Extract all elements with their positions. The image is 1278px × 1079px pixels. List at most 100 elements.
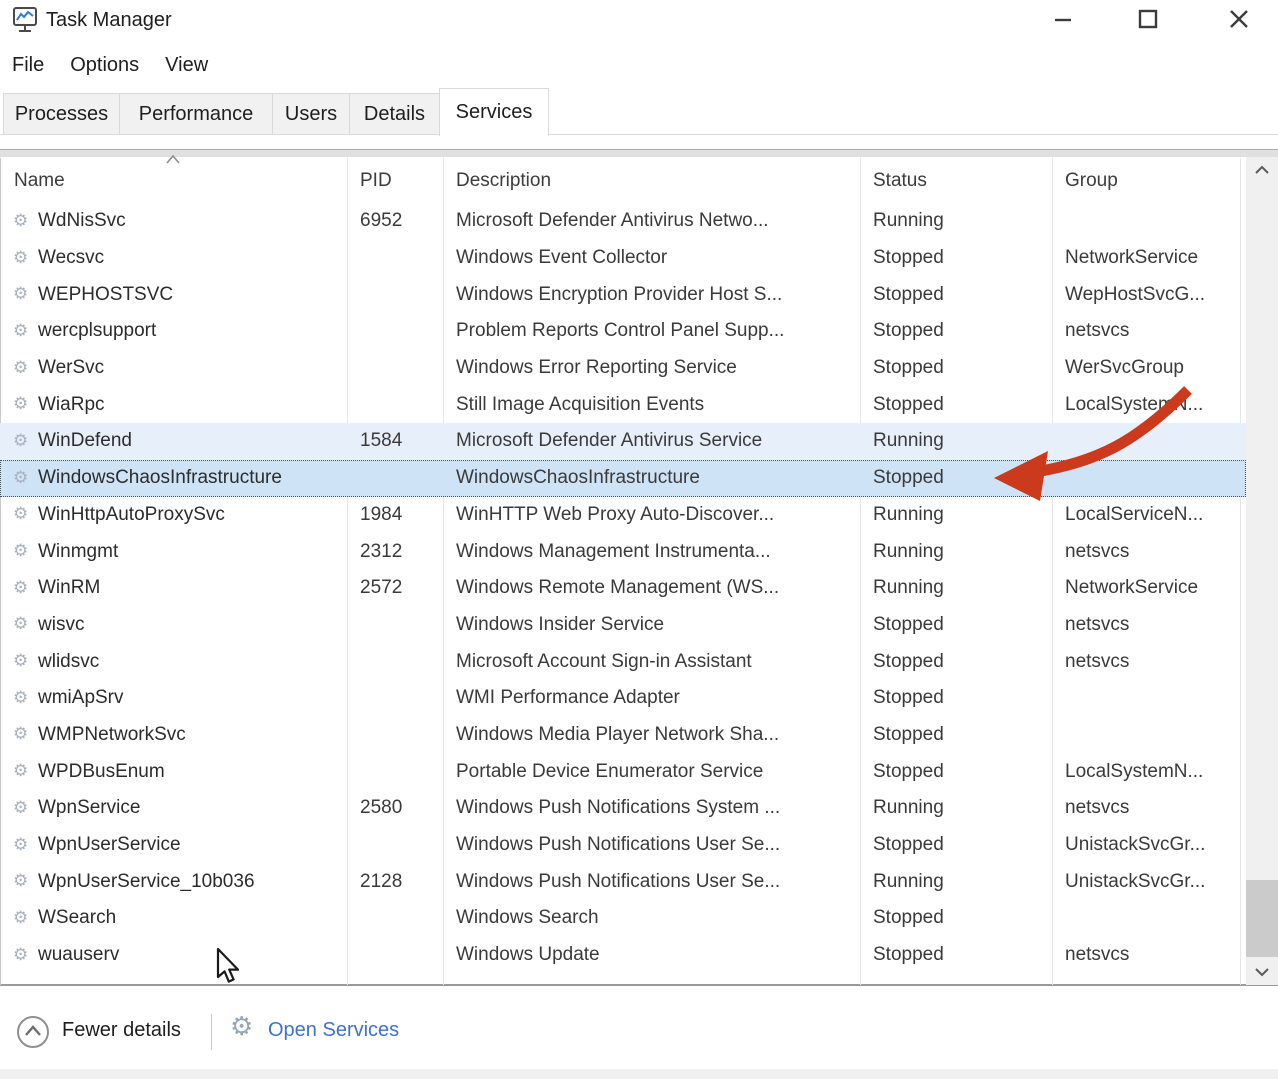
cell-pid: 2312 bbox=[347, 541, 443, 563]
table-row[interactable]: ⚙WecsvcWindows Event CollectorStoppedNet… bbox=[0, 240, 1246, 277]
cell-name: WinRM bbox=[38, 577, 347, 599]
table-row[interactable]: ⚙WPDBusEnumPortable Device Enumerator Se… bbox=[0, 753, 1246, 790]
table-row[interactable]: ⚙WinDefend1584Microsoft Defender Antivir… bbox=[0, 423, 1246, 460]
gear-icon: ⚙ bbox=[0, 396, 38, 413]
tab-performance[interactable]: Performance bbox=[119, 93, 273, 135]
fewer-details-button[interactable] bbox=[16, 1015, 50, 1049]
cell-name: WinDefend bbox=[38, 430, 347, 452]
scroll-up-button[interactable] bbox=[1246, 157, 1278, 183]
menu-file[interactable]: File bbox=[12, 54, 44, 77]
cell-name: Winmgmt bbox=[38, 541, 347, 563]
table-row[interactable]: ⚙WinRM2572Windows Remote Management (WS.… bbox=[0, 570, 1246, 607]
window-title: Task Manager bbox=[46, 9, 172, 32]
table-row[interactable]: ⚙WinHttpAutoProxySvc1984WinHTTP Web Prox… bbox=[0, 497, 1246, 534]
table-row[interactable]: ⚙wuauservWindows UpdateStoppednetsvcs bbox=[0, 937, 1246, 974]
column-header-group[interactable]: Group bbox=[1065, 170, 1118, 192]
gear-icon: ⚙ bbox=[0, 323, 38, 340]
table-row[interactable]: ⚙WpnService2580Windows Push Notification… bbox=[0, 790, 1246, 827]
cell-status: Stopped bbox=[860, 761, 1052, 783]
table-row[interactable]: ⚙WSearchWindows SearchStopped bbox=[0, 900, 1246, 937]
table-row[interactable]: ⚙WEPHOSTSVCWindows Encryption Provider H… bbox=[0, 276, 1246, 313]
cell-description: Microsoft Defender Antivirus Netwo... bbox=[443, 210, 860, 232]
cell-status: Running bbox=[860, 430, 1052, 452]
close-icon bbox=[1226, 6, 1252, 32]
column-header-name[interactable]: Name bbox=[14, 170, 65, 192]
minimize-icon bbox=[1052, 8, 1074, 30]
minimize-button[interactable] bbox=[1034, 0, 1092, 38]
cell-name: wercplsupport bbox=[38, 320, 347, 342]
gear-icon: ⚙ bbox=[0, 250, 38, 267]
scrollbar-thumb[interactable] bbox=[1246, 880, 1278, 957]
cell-group: netsvcs bbox=[1052, 651, 1246, 673]
cell-description: Windows Encryption Provider Host S... bbox=[443, 284, 860, 306]
cell-name: WinHttpAutoProxySvc bbox=[38, 504, 347, 526]
title-bar: Task Manager bbox=[0, 0, 1278, 40]
close-button[interactable] bbox=[1210, 0, 1268, 38]
task-manager-window: Task Manager File Options View Processes… bbox=[0, 0, 1278, 1079]
cell-description: Microsoft Defender Antivirus Service bbox=[443, 430, 860, 452]
cell-pid: 2128 bbox=[347, 871, 443, 893]
cell-description: Windows Update bbox=[443, 944, 860, 966]
cell-name: WMPNetworkSvc bbox=[38, 724, 347, 746]
table-row[interactable]: ⚙wmiApSrvWMI Performance AdapterStopped bbox=[0, 680, 1246, 717]
gear-icon: ⚙ bbox=[0, 910, 38, 927]
table-row[interactable]: ⚙WpnUserServiceWindows Push Notification… bbox=[0, 827, 1246, 864]
cell-status: Stopped bbox=[860, 651, 1052, 673]
menu-view[interactable]: View bbox=[165, 54, 208, 77]
cell-description: Still Image Acquisition Events bbox=[443, 394, 860, 416]
cell-name: wlidsvc bbox=[38, 651, 347, 673]
table-row[interactable]: ⚙WpnUserService_10b0362128Windows Push N… bbox=[0, 863, 1246, 900]
table-row[interactable]: ⚙WindowsChaosInfrastructureWindowsChaosI… bbox=[0, 460, 1246, 497]
column-header-pid[interactable]: PID bbox=[360, 170, 392, 192]
tab-details[interactable]: Details bbox=[349, 93, 440, 135]
column-header-description[interactable]: Description bbox=[456, 170, 551, 192]
cell-pid: 2580 bbox=[347, 797, 443, 819]
tab-users[interactable]: Users bbox=[272, 93, 350, 135]
cell-name: WEPHOSTSVC bbox=[38, 284, 347, 306]
gear-icon: ⚙ bbox=[0, 506, 38, 523]
cell-status: Stopped bbox=[860, 944, 1052, 966]
table-row[interactable]: ⚙WMPNetworkSvcWindows Media Player Netwo… bbox=[0, 717, 1246, 754]
cell-name: WSearch bbox=[38, 907, 347, 929]
cell-group: NetworkService bbox=[1052, 247, 1246, 269]
cell-description: Windows Management Instrumenta... bbox=[443, 541, 860, 563]
cell-name: WerSvc bbox=[38, 357, 347, 379]
cell-name: WdNisSvc bbox=[38, 210, 347, 232]
fewer-details-label[interactable]: Fewer details bbox=[62, 1019, 181, 1042]
cell-description: Windows Push Notifications User Se... bbox=[443, 871, 860, 893]
menu-options[interactable]: Options bbox=[70, 54, 139, 77]
cell-status: Running bbox=[860, 210, 1052, 232]
cell-status: Stopped bbox=[860, 247, 1052, 269]
table-row[interactable]: ⚙wlidsvcMicrosoft Account Sign-in Assist… bbox=[0, 643, 1246, 680]
table-row[interactable]: ⚙Winmgmt2312Windows Management Instrumen… bbox=[0, 533, 1246, 570]
cell-group: netsvcs bbox=[1052, 944, 1246, 966]
cell-group: WerSvcGroup bbox=[1052, 357, 1246, 379]
cell-name: wisvc bbox=[38, 614, 347, 636]
tab-content-divider bbox=[0, 149, 1278, 157]
cell-name: wuauserv bbox=[38, 944, 347, 966]
gear-icon: ⚙ bbox=[0, 360, 38, 377]
cell-group: LocalSystemN... bbox=[1052, 761, 1246, 783]
cell-group: NetworkService bbox=[1052, 577, 1246, 599]
cell-name: WpnUserService bbox=[38, 834, 347, 856]
chevron-down-icon bbox=[1254, 967, 1270, 977]
scroll-down-button[interactable] bbox=[1246, 959, 1278, 985]
cell-pid: 6952 bbox=[347, 210, 443, 232]
cell-status: Running bbox=[860, 541, 1052, 563]
table-row[interactable]: ⚙WerSvcWindows Error Reporting ServiceSt… bbox=[0, 350, 1246, 387]
table-row[interactable]: ⚙wercplsupportProblem Reports Control Pa… bbox=[0, 313, 1246, 350]
vertical-scrollbar[interactable] bbox=[1246, 157, 1278, 985]
gear-icon: ⚙ bbox=[0, 800, 38, 817]
column-header-status[interactable]: Status bbox=[873, 170, 927, 192]
open-services-link[interactable]: Open Services bbox=[268, 1019, 399, 1042]
cell-group: netsvcs bbox=[1052, 797, 1246, 819]
cell-status: Stopped bbox=[860, 467, 1052, 489]
maximize-button[interactable] bbox=[1119, 0, 1177, 38]
table-row[interactable]: ⚙wisvcWindows Insider ServiceStoppednets… bbox=[0, 607, 1246, 644]
table-row[interactable]: ⚙WdNisSvc6952Microsoft Defender Antiviru… bbox=[0, 203, 1246, 240]
cell-description: WinHTTP Web Proxy Auto-Discover... bbox=[443, 504, 860, 526]
table-row[interactable]: ⚙WiaRpcStill Image Acquisition EventsSto… bbox=[0, 386, 1246, 423]
tab-processes[interactable]: Processes bbox=[3, 93, 120, 135]
gear-icon: ⚙ bbox=[0, 726, 38, 743]
tab-services[interactable]: Services bbox=[439, 88, 549, 136]
